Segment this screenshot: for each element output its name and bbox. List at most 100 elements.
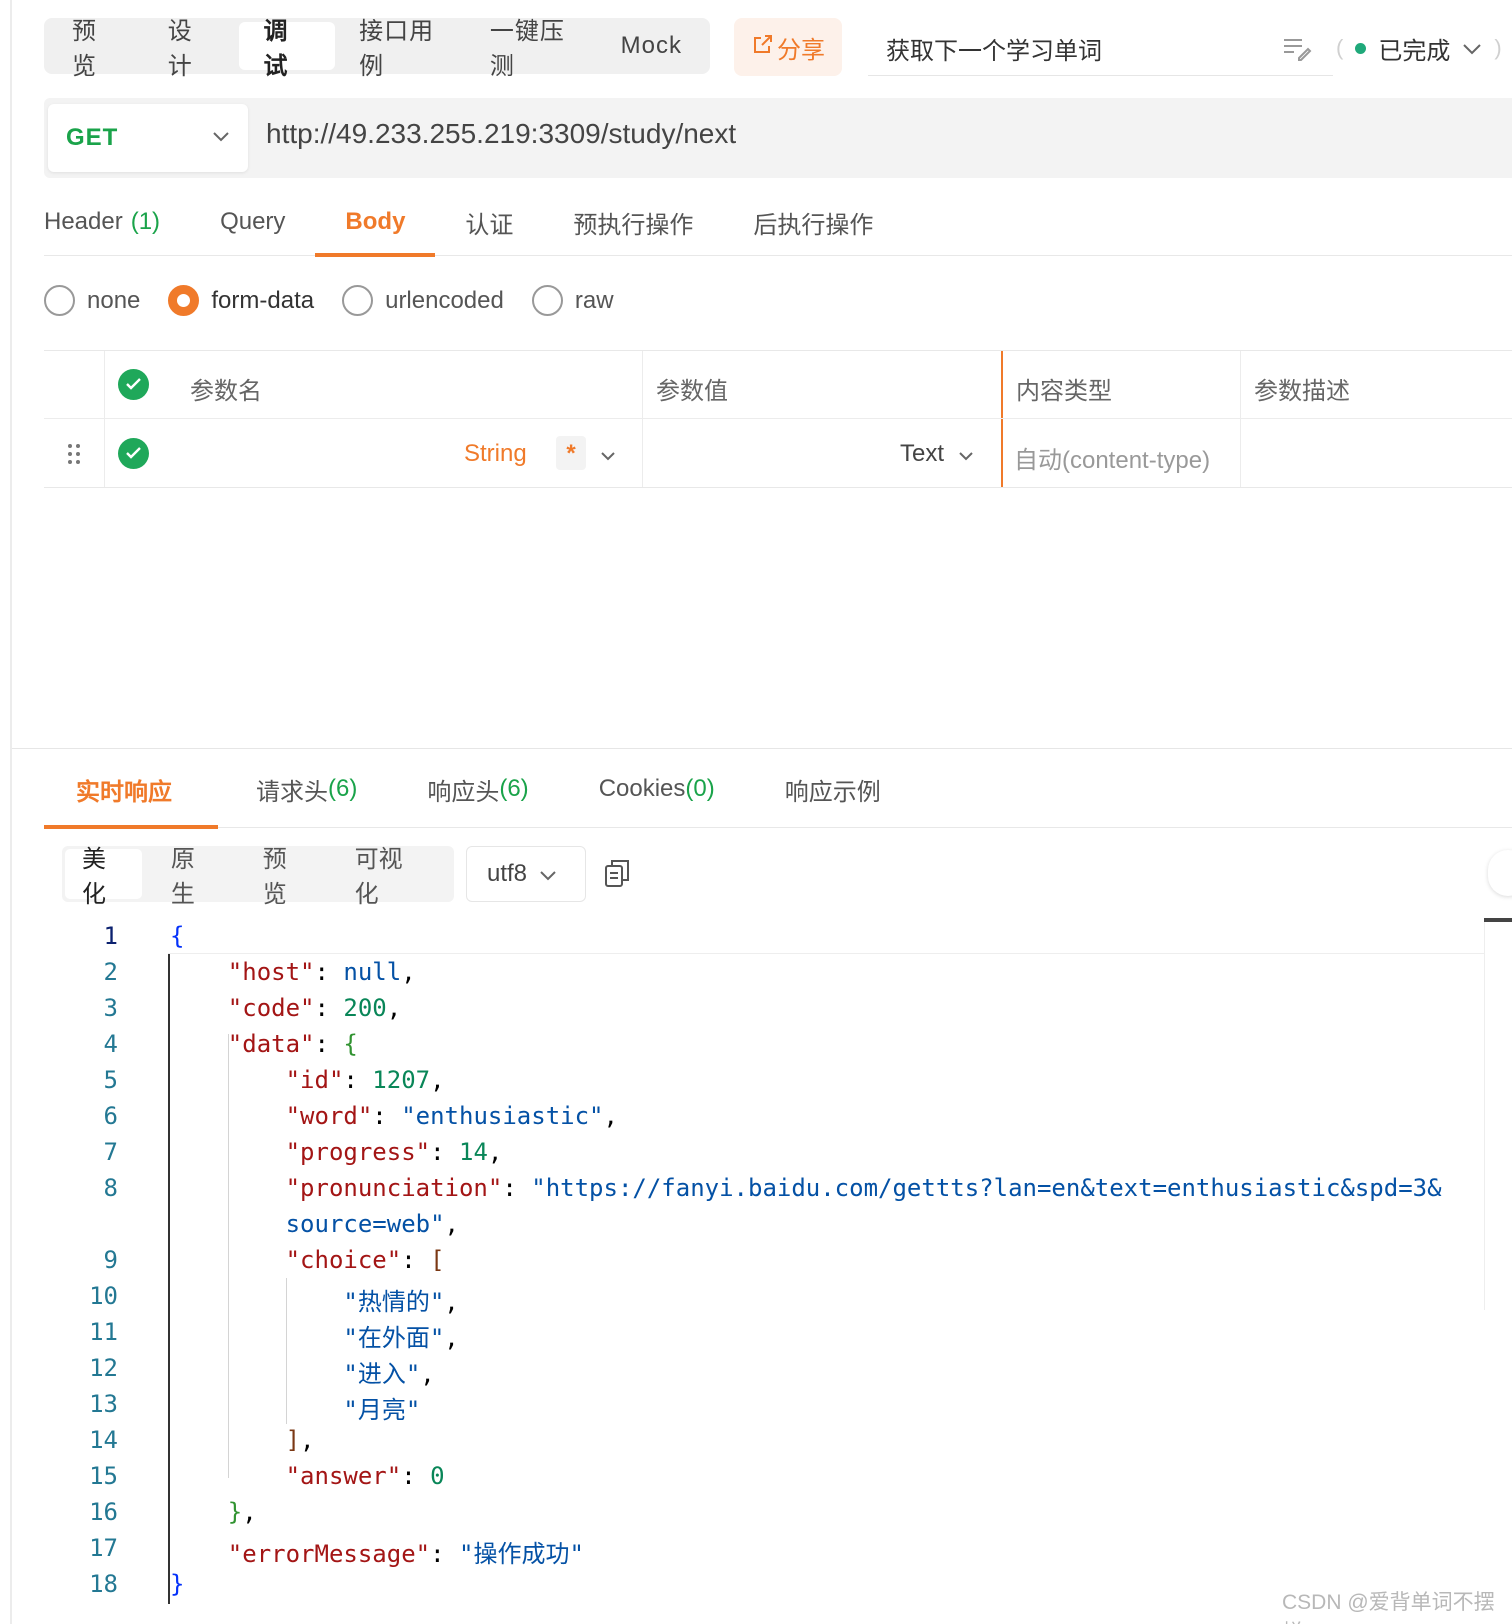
view-tab-preview[interactable]: 预览 (246, 846, 323, 908)
radio-label: raw (574, 286, 614, 314)
code-line: "进入", (343, 1360, 435, 1388)
encoding-select[interactable]: utf8 (466, 846, 586, 902)
tab-pre-script[interactable]: 预执行操作 (573, 188, 693, 256)
table-header-row: 参数名 参数值 内容类型 参数描述 (44, 351, 1512, 419)
json-value: "月亮" (343, 1396, 421, 1424)
copy-icon[interactable] (604, 858, 634, 890)
json-key: "choice" (285, 1246, 402, 1274)
column-header-content-type: 内容类型 (1016, 378, 1112, 405)
line-number: 1 (103, 922, 118, 950)
json-key: "id" (285, 1066, 344, 1094)
tab-header[interactable]: Header (1) (44, 188, 160, 256)
status-select[interactable]: ( 已完成 ) (1336, 22, 1502, 74)
share-icon (751, 32, 775, 63)
edit-icon[interactable] (1282, 34, 1312, 62)
tab-realtime-response[interactable]: 实时响应 (44, 750, 218, 829)
line-number: 16 (89, 1498, 118, 1526)
chevron-down-icon (1462, 34, 1482, 62)
row-enabled-checkbox[interactable] (118, 438, 149, 469)
json-value: 0 (430, 1462, 445, 1490)
table-row: String * Text 自动(content-type) (44, 420, 1512, 488)
status-dot-icon (1355, 42, 1367, 54)
json-key: "pronunciation" (285, 1174, 503, 1202)
radio-circle (44, 285, 75, 316)
mode-tab-stress-test[interactable]: 一键压测 (466, 18, 597, 80)
value-type-select[interactable]: Text (900, 440, 944, 468)
code-line: ], (285, 1426, 315, 1454)
share-button[interactable]: 分享 (734, 18, 842, 76)
select-all-checkbox[interactable] (118, 369, 149, 400)
tab-request-headers[interactable]: 请求头 (6) (256, 750, 357, 828)
api-title-input[interactable]: 获取下一个学习单词 (868, 22, 1333, 76)
radio-none[interactable]: none (44, 285, 140, 316)
response-tabs: 实时响应 请求头 (6) 响应头 (6) Cookies (0) 响应示例 (44, 750, 1512, 829)
code-line: }, (227, 1498, 257, 1526)
json-key: "progress" (285, 1138, 431, 1166)
code-token: [ (430, 1246, 445, 1274)
body-type-radios: none form-data urlencoded raw (44, 285, 614, 316)
line-number: 8 (103, 1174, 118, 1202)
share-label: 分享 (777, 36, 825, 64)
line-number: 14 (89, 1426, 118, 1454)
tab-response-headers[interactable]: 响应头 (6) (427, 750, 528, 828)
json-key: "word" (285, 1102, 373, 1130)
tab-body[interactable]: Body (315, 188, 436, 257)
editor-scrollbar-thumb[interactable] (1484, 918, 1512, 922)
view-tab-raw[interactable]: 原生 (154, 846, 231, 908)
json-key: "answer" (285, 1462, 402, 1490)
tab-cookies[interactable]: Cookies (0) (599, 750, 715, 828)
code-line: "id": 1207, (285, 1066, 445, 1094)
params-table: 参数名 参数值 内容类型 参数描述 String * Text 自动(conte… (44, 350, 1512, 488)
json-value: null (343, 958, 402, 986)
tab-auth[interactable]: 认证 (465, 188, 513, 256)
view-tab-pretty[interactable]: 美化 (65, 846, 142, 908)
code-line: { (170, 922, 184, 950)
radio-raw[interactable]: raw (531, 285, 614, 316)
drag-handle-icon[interactable] (68, 444, 82, 464)
radio-urlencoded[interactable]: urlencoded (342, 285, 504, 316)
json-key: "errorMessage" (227, 1540, 431, 1568)
content-type-input[interactable]: 自动(content-type) (1014, 440, 1210, 475)
tab-response-example[interactable]: 响应示例 (785, 750, 881, 828)
tab-query[interactable]: Query (220, 188, 285, 256)
mode-tab-preview[interactable]: 预 览 (48, 18, 144, 80)
side-panel-toggle[interactable] (1488, 850, 1512, 896)
radio-form-data[interactable]: form-data (168, 285, 314, 316)
param-type-select[interactable]: String (464, 440, 527, 468)
line-number: 12 (89, 1354, 118, 1382)
line-number: 4 (103, 1030, 118, 1058)
radio-circle-checked (168, 285, 200, 316)
code-line: "host": null, (227, 958, 416, 986)
json-value: "enthusiastic" (401, 1102, 604, 1130)
watermark: CSDN @爱背单词不摆烂 (1282, 1591, 1495, 1624)
paren-right: ) (1494, 35, 1502, 60)
code-line: "choice": [ (285, 1246, 445, 1274)
mode-tab-test-case[interactable]: 接口用例 (335, 18, 466, 80)
tab-post-script[interactable]: 后执行操作 (753, 188, 873, 256)
line-number: 18 (89, 1570, 118, 1598)
json-value: source=web" (285, 1210, 445, 1238)
json-value: "热情的" (343, 1288, 445, 1316)
json-key: "data" (227, 1030, 315, 1058)
editor-scrollbar[interactable] (1484, 918, 1512, 1310)
view-tab-visualize[interactable]: 可视化 (338, 846, 436, 908)
line-number: 13 (89, 1390, 118, 1418)
code-line: "word": "enthusiastic", (285, 1102, 618, 1130)
radio-circle (342, 285, 374, 316)
chevron-down-icon[interactable] (958, 448, 974, 466)
mode-tab-design[interactable]: 设 计 (144, 18, 240, 80)
required-toggle[interactable]: * (556, 436, 586, 470)
code-line: "在外面", (343, 1324, 459, 1352)
column-header-param-value: 参数值 (656, 378, 728, 405)
json-value: 1207 (372, 1066, 431, 1094)
mode-tab-debug[interactable]: 调 试 (239, 18, 336, 80)
tab-label: 请求头 (256, 778, 328, 806)
method-select[interactable]: GET (48, 104, 248, 172)
mode-tab-mock[interactable]: Mock (597, 22, 706, 70)
url-input[interactable]: http://49.233.255.219:3309/study/next (266, 118, 736, 150)
code-token: { (343, 1030, 358, 1058)
chevron-down-icon[interactable] (600, 448, 616, 466)
line-number: 5 (103, 1066, 118, 1094)
chevron-down-icon (212, 129, 230, 147)
json-value: "操作成功" (459, 1540, 584, 1568)
